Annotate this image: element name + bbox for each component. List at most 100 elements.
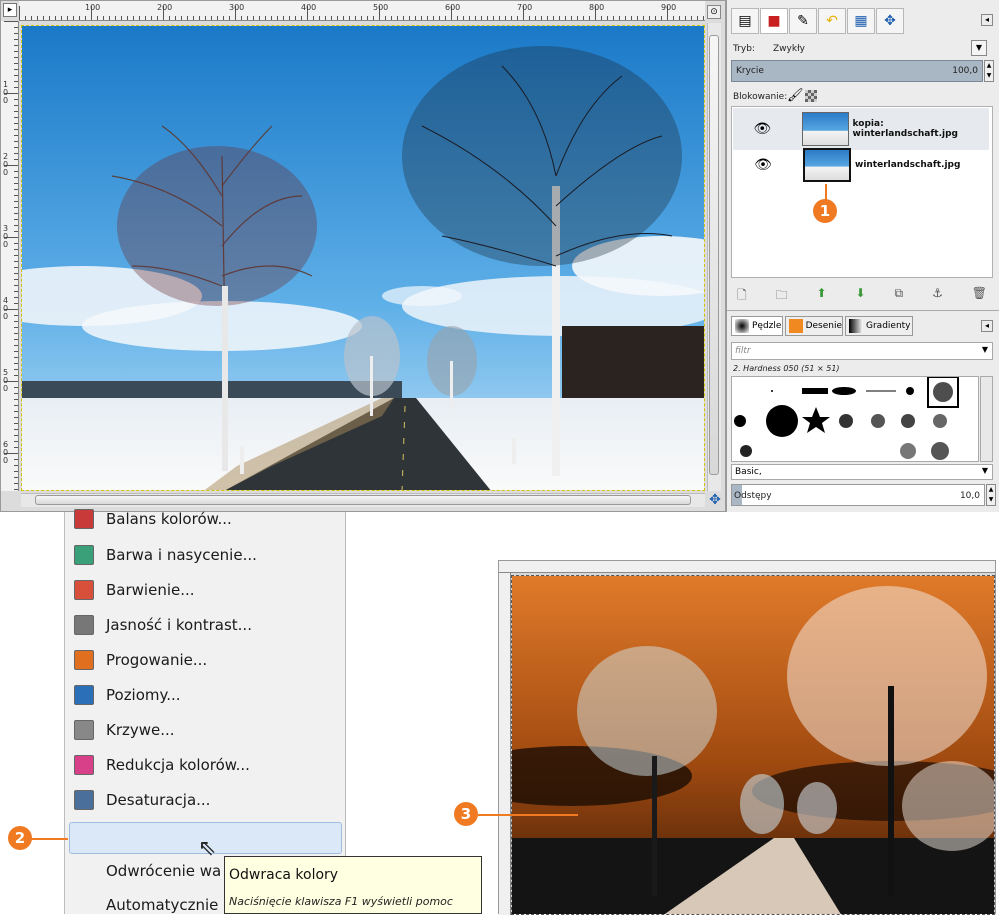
ruler-tick bbox=[391, 16, 392, 20]
menu-item-1[interactable]: Barwa i nasycenie... bbox=[74, 540, 257, 570]
ruler-tick bbox=[4, 21, 18, 22]
opacity-spinner[interactable]: ▲ ▼ bbox=[984, 60, 994, 82]
spacing-spinner[interactable]: ▲ ▼ bbox=[986, 484, 996, 506]
brush-filter-input[interactable]: filtr ▼ bbox=[731, 342, 993, 360]
threshold-icon bbox=[74, 650, 94, 670]
ruler-tick bbox=[14, 135, 18, 136]
ruler-tick bbox=[109, 16, 110, 20]
tab-patterns[interactable]: Desenie bbox=[785, 316, 843, 336]
ruler-tick bbox=[14, 33, 18, 34]
menu-item-label: Barwa i nasycenie... bbox=[106, 546, 257, 564]
raise-layer-icon[interactable]: ⬆ bbox=[817, 286, 827, 304]
ruler-tick bbox=[193, 16, 194, 20]
vertical-scrollbar[interactable] bbox=[707, 23, 721, 491]
colorize-icon bbox=[74, 580, 94, 600]
ruler-tick bbox=[14, 297, 18, 298]
marker-1: 1 bbox=[813, 199, 837, 223]
lock-alpha-icon[interactable] bbox=[805, 90, 817, 102]
tooltip: Odwraca kolory Naciśnięcie klawisza F1 w… bbox=[224, 856, 482, 914]
brush-grid[interactable] bbox=[731, 376, 979, 462]
lock-pixels-icon[interactable]: 🖌 bbox=[787, 88, 804, 103]
inverted-canvas-image[interactable] bbox=[511, 575, 995, 915]
levels-icon bbox=[74, 685, 94, 705]
menu-item-11[interactable]: Automatycznie bbox=[74, 890, 218, 920]
menu-arrow-icon[interactable]: ▸ bbox=[3, 3, 17, 17]
ruler-tick bbox=[14, 489, 18, 490]
visibility-eye-icon[interactable]: 👁 bbox=[733, 121, 792, 137]
menu-item-0[interactable]: Balans kolorów... bbox=[74, 504, 232, 534]
menu-item-8[interactable]: Desaturacja... bbox=[74, 785, 210, 815]
chevron-down-icon[interactable]: ▼ bbox=[982, 466, 988, 475]
paths-tab-icon[interactable]: ✎ bbox=[789, 8, 817, 34]
pattern-icon bbox=[789, 319, 803, 333]
ruler-tick bbox=[14, 393, 18, 394]
ruler-tick bbox=[361, 16, 362, 20]
tab-gradients[interactable]: Gradienty bbox=[845, 316, 913, 336]
chevron-down-icon[interactable]: ▼ bbox=[982, 345, 988, 354]
ruler-tick bbox=[14, 285, 18, 286]
ruler-tick bbox=[355, 16, 356, 20]
layer-thumbnail bbox=[803, 148, 851, 182]
layers-tab-icon[interactable]: ▤ bbox=[731, 8, 759, 34]
navigate-icon[interactable]: ✥ bbox=[707, 493, 723, 509]
menu-item-6[interactable]: Krzywe... bbox=[74, 715, 175, 745]
ruler-tick bbox=[14, 141, 18, 142]
ruler-tick bbox=[427, 16, 428, 20]
ruler-tick bbox=[511, 16, 512, 20]
ruler-tick bbox=[14, 291, 18, 292]
duplicate-layer-icon[interactable]: ⧉ bbox=[895, 286, 904, 304]
zoom-icon[interactable]: ⊙ bbox=[707, 5, 721, 19]
ruler-tick bbox=[14, 369, 18, 370]
ruler-tick bbox=[271, 16, 272, 20]
dock-menu-icon[interactable]: ◂ bbox=[981, 14, 993, 26]
menu-item-label: Progowanie... bbox=[106, 651, 208, 669]
menu-item-4[interactable]: Progowanie... bbox=[74, 645, 207, 675]
menu-item-5[interactable]: Poziomy... bbox=[74, 680, 181, 710]
brush-icon bbox=[735, 319, 749, 333]
brush-grid-scrollbar[interactable] bbox=[980, 376, 993, 462]
ruler-tick bbox=[625, 16, 626, 20]
marker-3-line bbox=[478, 814, 578, 816]
ruler-tick bbox=[703, 16, 704, 20]
ruler-tick bbox=[133, 16, 134, 20]
ruler-tick bbox=[475, 16, 476, 20]
ruler-tick bbox=[223, 16, 224, 20]
visibility-eye-icon[interactable]: 👁 bbox=[733, 157, 793, 173]
opacity-slider[interactable]: Krycie 100,0 bbox=[731, 60, 983, 82]
ruler-tick bbox=[139, 16, 140, 20]
lower-layer-icon[interactable]: ⬇ bbox=[856, 286, 866, 304]
new-group-icon[interactable]: 🗀 bbox=[776, 286, 788, 304]
canvas-image[interactable] bbox=[21, 25, 705, 491]
brush-preset-select[interactable]: Basic, ▼ bbox=[731, 464, 993, 480]
move-tab-icon[interactable]: ✥ bbox=[876, 8, 904, 34]
spacing-slider[interactable]: Odstępy 10,0 bbox=[731, 484, 985, 506]
tab-brushes[interactable]: Pędzle bbox=[731, 316, 783, 336]
ruler-tick bbox=[403, 16, 404, 20]
anchor-layer-icon[interactable]: ⚓ bbox=[932, 286, 943, 304]
menu-item-3[interactable]: Jasność i kontrast... bbox=[74, 610, 252, 640]
ruler-tick bbox=[14, 183, 18, 184]
menu-item-2[interactable]: Barwienie... bbox=[74, 575, 195, 605]
ruler-tick bbox=[14, 429, 18, 430]
undo-tab-icon[interactable]: ↶ bbox=[818, 8, 846, 34]
ruler-tick bbox=[661, 16, 662, 20]
menu-item-7[interactable]: Redukcja kolorów... bbox=[74, 750, 250, 780]
brushes-menu-icon[interactable]: ◂ bbox=[981, 320, 993, 332]
layer-row[interactable]: 👁 winterlandschaft.jpg bbox=[733, 144, 989, 186]
ruler-tick bbox=[301, 16, 302, 20]
histogram-tab-icon[interactable]: ▦ bbox=[847, 8, 875, 34]
ruler-label: 200 bbox=[3, 152, 9, 177]
ruler-tick bbox=[14, 111, 18, 112]
ruler-tick bbox=[565, 16, 566, 20]
new-layer-icon[interactable]: 🗋 bbox=[737, 286, 747, 304]
ruler-label: 500 bbox=[373, 3, 389, 12]
ruler-tick bbox=[14, 159, 18, 160]
channels-tab-icon[interactable]: ■ bbox=[760, 8, 788, 34]
ruler-label: 900 bbox=[661, 3, 677, 12]
ruler-tick bbox=[151, 16, 152, 20]
ruler-tick bbox=[433, 16, 434, 20]
ruler-tick bbox=[487, 16, 488, 20]
delete-layer-icon[interactable]: 🗑 bbox=[972, 286, 987, 304]
ruler-tick bbox=[14, 315, 18, 316]
mode-dropdown-icon[interactable]: ▼ bbox=[971, 40, 987, 56]
